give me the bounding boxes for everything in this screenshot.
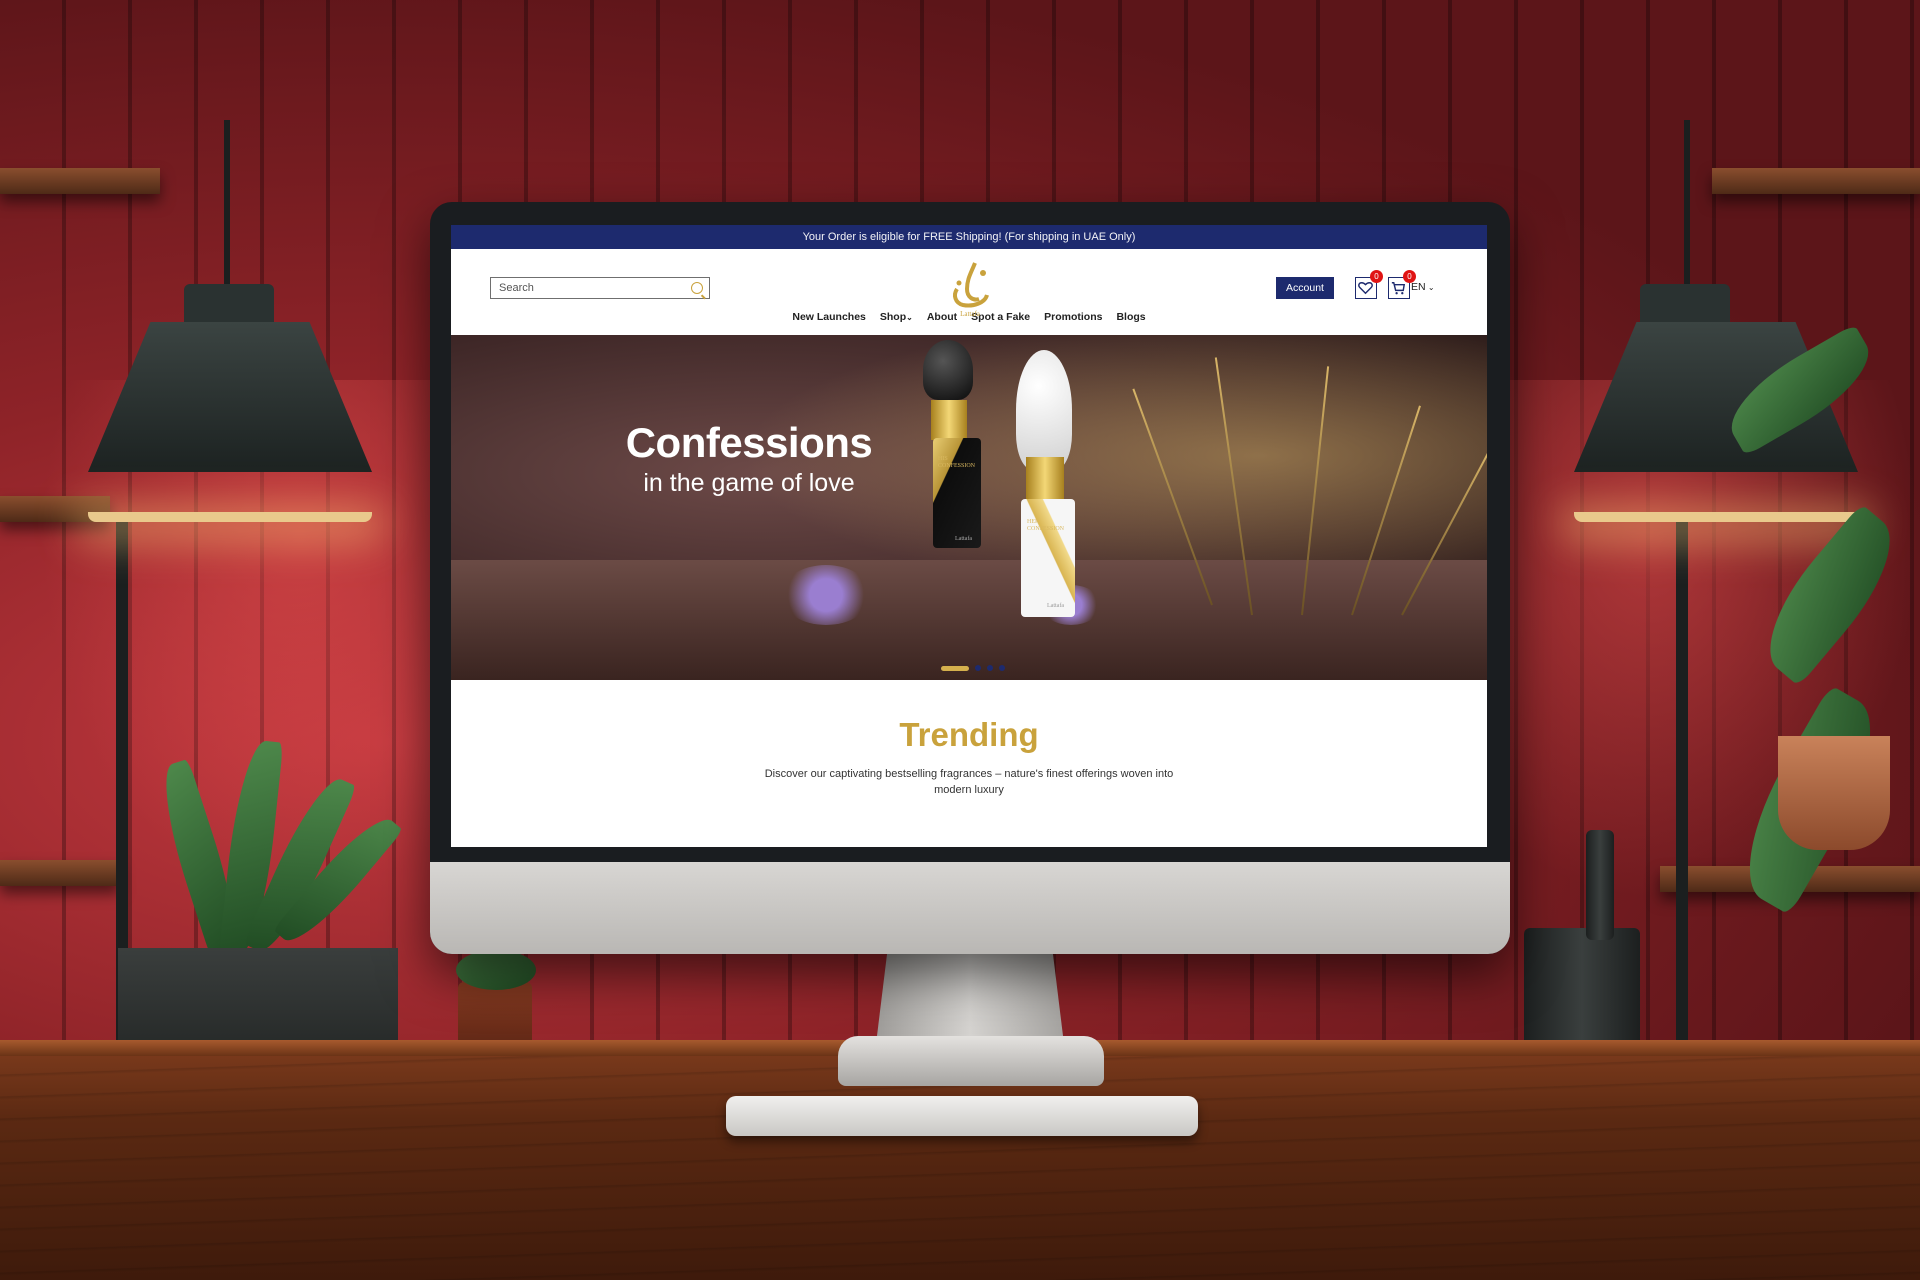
wall-shelf [0,168,160,194]
his-confession-bottle: HIS CONFESSION Lattafa [933,438,981,548]
website-screen: Your Order is eligible for FREE Shipping… [451,225,1487,847]
carousel-dot[interactable] [987,665,993,671]
hero-floor [451,560,1487,680]
small-plant [456,950,536,990]
language-selector[interactable]: EN ⌄ [1411,281,1435,293]
lamp-cord [1684,120,1690,290]
terracotta-pot [1778,736,1890,850]
wall-shelf [1712,168,1920,194]
chevron-down-icon: ⌄ [1425,283,1435,292]
gold-cap [931,400,967,440]
keyboard[interactable] [726,1096,1198,1136]
nav-shop[interactable]: Shop⌄ [880,311,913,335]
lamp-pole [1676,520,1688,1060]
nav-blogs[interactable]: Blogs [1116,311,1145,335]
hero-subtitle: in the game of love [643,469,855,497]
trending-description: Discover our captivating bestselling fra… [764,768,1174,796]
lavender-flowers [781,565,871,625]
lamp-cap [184,284,274,324]
gold-cap [1026,457,1064,501]
monitor-chin [430,862,1510,954]
bottle-decor [1586,830,1614,940]
hero-banner[interactable]: Confessions in the game of love HIS CONF… [451,335,1487,680]
nav-shop-label: Shop [879,311,907,323]
language-label: EN [1411,281,1426,293]
monitor-base [838,1036,1104,1086]
search-icon[interactable] [691,282,703,294]
bottle-label: CONFESSION [1027,526,1065,532]
bottle-label-small: HER [1027,519,1039,525]
monitor-stand [876,952,1064,1044]
desk-grain [0,1056,1920,1280]
lamp-light [1574,512,1858,522]
search-input[interactable] [491,278,687,298]
hero-title: Confessions [625,419,873,466]
bottle-label-small: HIS [938,456,948,462]
carousel-dots [941,665,1005,671]
logo-text: Lattafa [960,310,981,318]
account-button[interactable]: Account [1276,277,1334,299]
wishlist-count-badge: 0 [1370,270,1383,283]
nav-new-launches[interactable]: New Launches [792,311,866,335]
bottle-brand: Lattafa [1047,603,1064,609]
site-header: Lattafa Account 0 0 EN ⌄ [451,249,1487,318]
carousel-dot[interactable] [975,665,981,671]
black-bust [923,340,973,400]
wall-shelf [0,860,120,886]
lamp-light [88,512,372,522]
lattafa-logo[interactable]: Lattafa [945,259,995,319]
bottle-brand: Lattafa [955,536,972,542]
chevron-down-icon: ⌄ [906,313,913,322]
carousel-dot[interactable] [999,665,1005,671]
carousel-dot[interactable] [941,665,969,671]
shipping-promo-bar: Your Order is eligible for FREE Shipping… [451,225,1487,249]
lamp-cord [224,120,230,290]
trending-title: Trending [899,716,1039,753]
nav-promotions[interactable]: Promotions [1044,311,1102,335]
lamp-cap [1640,284,1730,324]
bottle-label: CONFESSION [938,463,976,469]
white-bust [1016,350,1072,470]
her-confession-bottle: HER CONFESSION Lattafa [1021,499,1075,617]
cart-button[interactable]: 0 [1388,270,1416,299]
wishlist-button[interactable]: 0 [1355,270,1383,299]
search-box[interactable] [490,277,710,299]
trending-section: Trending Discover our captivating bestse… [451,678,1487,798]
